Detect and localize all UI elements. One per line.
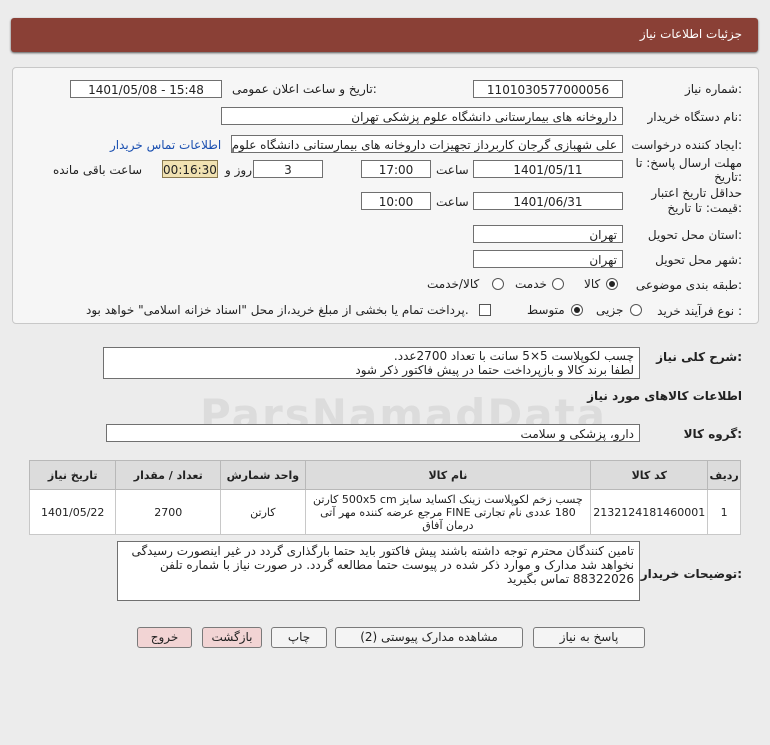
province-label: استان محل تحویل: (647, 228, 742, 242)
deadline-label: مهلت ارسال پاسخ: تا تاریخ: (635, 156, 742, 184)
goods-section-title: اطلاعات کالاهای مورد نیاز (587, 389, 742, 403)
cell-row-index: 1 (707, 489, 741, 535)
need-number-field: 1101030577000056 (473, 80, 623, 98)
process-radio-medium[interactable] (571, 304, 583, 316)
validity-time-label: ساعت (436, 195, 469, 209)
validity-label-2: قیمت: تا تاریخ: (667, 201, 742, 215)
buyer-org-field: داروخانه های بیمارستانی دانشگاه علوم پزش… (221, 107, 623, 125)
page-title: جزئیات اطلاعات نیاز (639, 27, 742, 41)
category-radio-goods[interactable] (606, 278, 618, 290)
city-label: شهر محل تحویل: (655, 253, 742, 267)
city-field: تهران (473, 250, 623, 268)
process-label: نوع فرآیند خرید : (657, 304, 742, 318)
deadline-time-label: ساعت (436, 163, 469, 177)
announce-label: تاریخ و ساعت اعلان عمومی: (232, 82, 377, 96)
requester-label: ایجاد کننده درخواست: (631, 138, 742, 152)
back-button[interactable]: بازگشت (202, 627, 262, 648)
exit-button[interactable]: خروج (137, 627, 192, 648)
deadline-time-field: 17:00 (361, 160, 431, 178)
treasury-payment-note: پرداخت تمام یا بخشی از مبلغ خرید،از محل … (86, 303, 469, 317)
cell-need-date: 1401/05/22 (28, 489, 117, 535)
category-radio-service[interactable] (552, 278, 564, 290)
cell-item-name: چسب زخم لکوپلاست زینک اکساید سایز 500x5 … (304, 489, 592, 535)
category-option-service: خدمت (515, 277, 547, 291)
need-number-label: شماره نیاز: (684, 82, 742, 96)
remaining-label: ساعت باقی مانده (53, 163, 143, 177)
category-radio-goods-service[interactable] (492, 278, 504, 290)
cell-item-code: 2132124181460001 (590, 489, 709, 535)
cell-unit: کارتن (220, 489, 306, 535)
category-label: طبقه بندی موضوعی: (635, 278, 742, 292)
respond-button[interactable]: پاسخ به نیاز (533, 627, 645, 648)
col-need-date: تاریخ نیاز (28, 460, 117, 490)
goods-group-label: گروه کالا: (683, 427, 742, 441)
days-label: روز و (225, 163, 252, 177)
announce-field: 1401/05/08 - 15:48 (70, 80, 222, 98)
buyer-org-label: نام دستگاه خریدار: (647, 110, 743, 124)
attachments-button[interactable]: مشاهده مدارک پیوستی (2) (335, 627, 523, 648)
process-radio-minor[interactable] (630, 304, 642, 316)
requester-field: علی شهبازی گرجان کاربرداز تجهیزات داروخا… (231, 135, 623, 153)
process-option-medium: متوسط (527, 303, 565, 317)
cell-quantity: 2700 (115, 489, 222, 535)
description-label: شرح کلی نیاز: (656, 350, 742, 364)
col-row-index: ردیف (707, 460, 741, 490)
print-button[interactable]: چاپ (271, 627, 327, 648)
remaining-timer: 00:16:30 (162, 160, 218, 178)
days-field: 3 (253, 160, 323, 178)
col-quantity: تعداد / مقدار (115, 460, 222, 490)
validity-time-field: 10:00 (361, 192, 431, 210)
buyer-notes-box: تامین کنندگان محترم توجه داشته باشند پیش… (117, 541, 640, 601)
validity-date-field: 1401/06/31 (473, 192, 623, 210)
province-field: تهران (473, 225, 623, 243)
process-option-minor: جزیی (596, 303, 624, 317)
goods-group-field: دارو، پزشکی و سلامت (106, 424, 640, 442)
page-header: جزئیات اطلاعات نیاز (11, 18, 758, 52)
description-line-2: لطفا برند کالا و بازپرداخت حتما در پیش ف… (355, 363, 634, 377)
validity-label-1: حداقل تاریخ اعتبار (651, 186, 742, 200)
col-item-name: نام کالا (304, 460, 592, 490)
deadline-date-field: 1401/05/11 (473, 160, 623, 178)
buyer-notes-label: توضیحات خریدار: (640, 567, 742, 581)
category-option-goods-service: کالا/خدمت (427, 277, 480, 291)
buyer-contact-link[interactable]: اطلاعات تماس خریدار (110, 138, 221, 152)
col-unit: واحد شمارش (220, 460, 306, 490)
description-line-1: چسب لکوپلاست 5×5 سانت با تعداد 2700عدد. (393, 349, 634, 363)
table-row: 1401/05/22 2700 کارتن چسب زخم لکوپلاست ز… (28, 489, 741, 535)
category-option-goods: کالا (584, 277, 601, 291)
goods-table: تاریخ نیاز تعداد / مقدار واحد شمارش نام … (28, 460, 741, 535)
col-item-code: کد کالا (590, 460, 709, 490)
description-box: چسب لکوپلاست 5×5 سانت با تعداد 2700عدد. … (103, 347, 640, 379)
treasury-payment-checkbox[interactable] (479, 304, 491, 316)
